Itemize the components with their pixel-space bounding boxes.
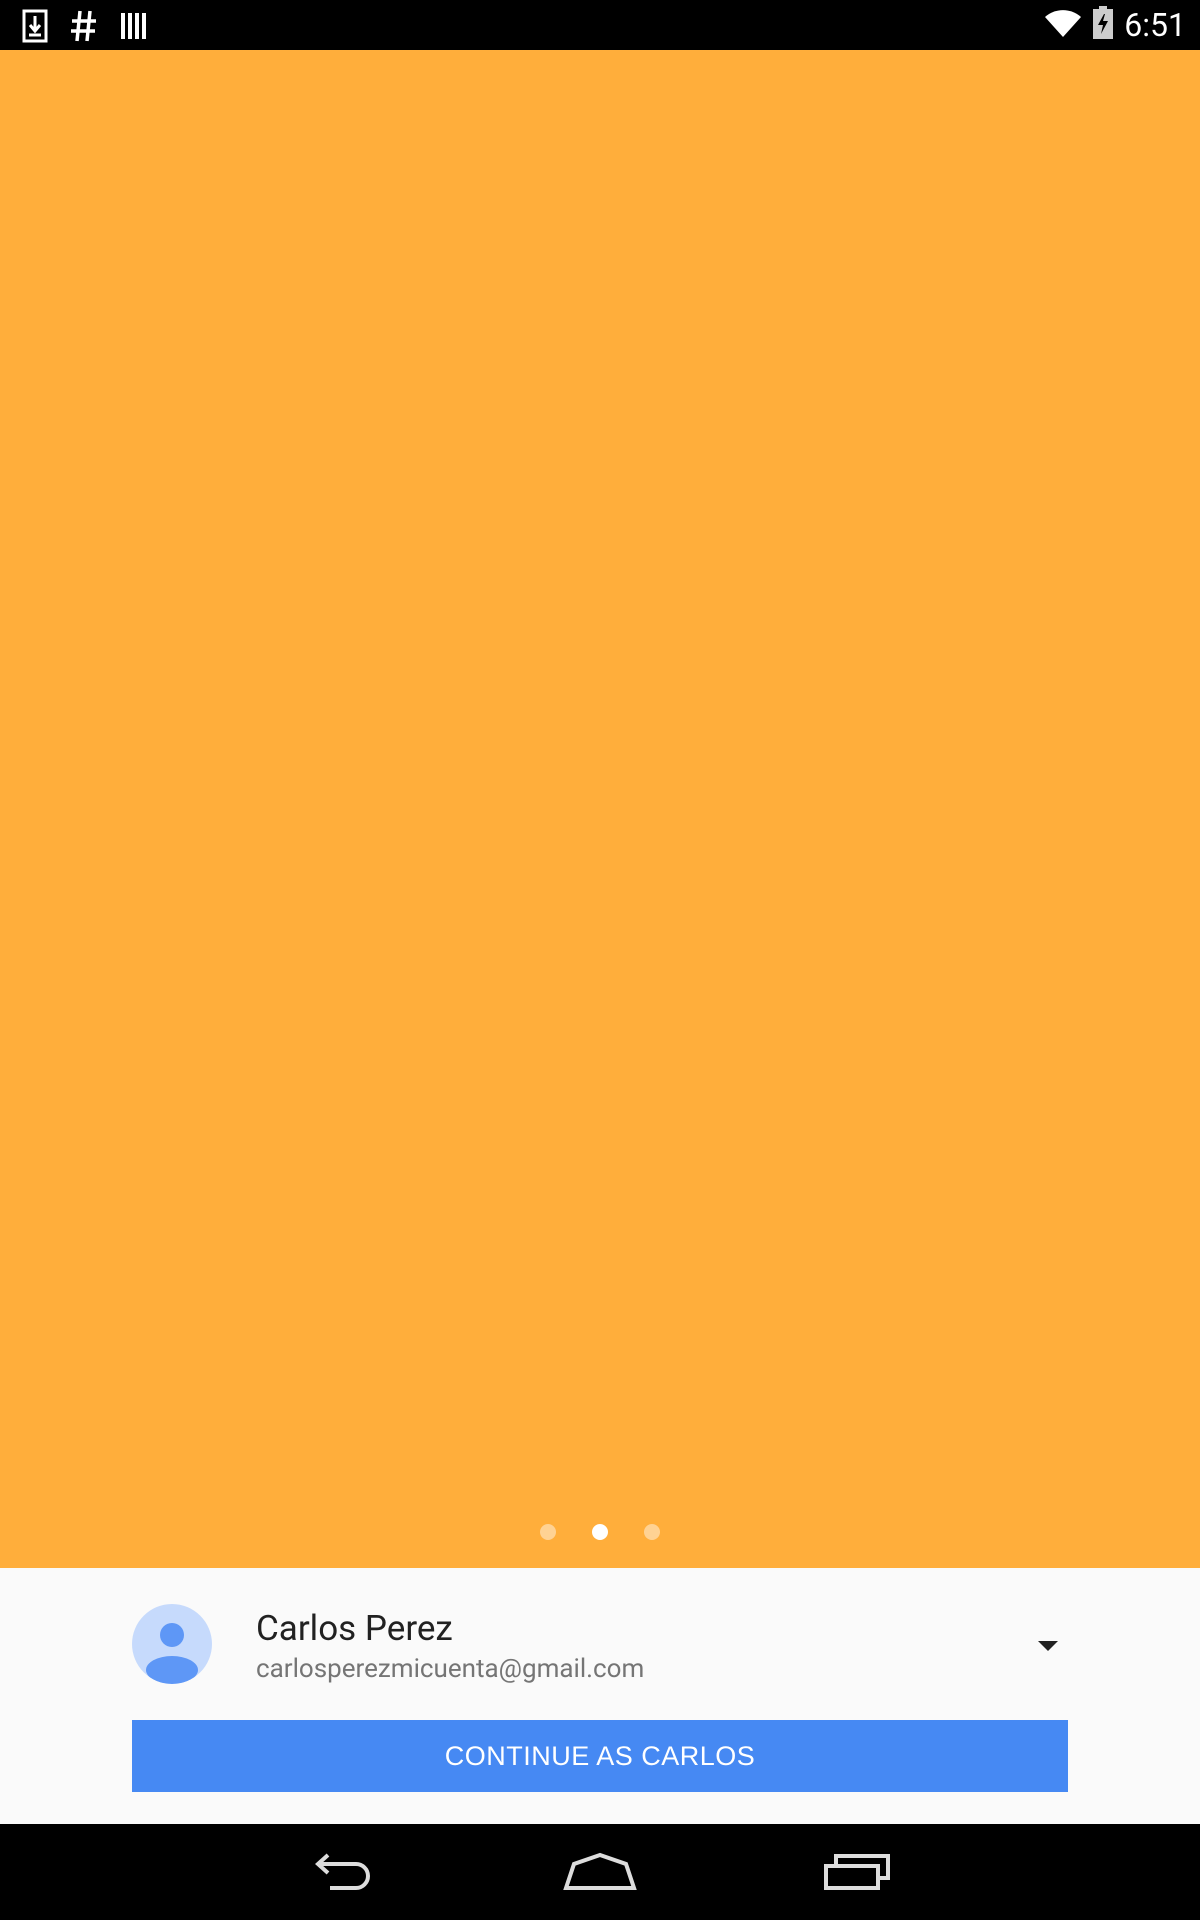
avatar: [132, 1604, 212, 1684]
continue-button[interactable]: CONTINUE AS CARLOS: [132, 1720, 1068, 1792]
download-icon: [22, 9, 48, 47]
home-button[interactable]: [560, 1848, 640, 1896]
status-left-icons: [22, 9, 148, 47]
home-icon: [563, 1852, 637, 1890]
recents-icon: [824, 1854, 890, 1890]
screen: 6:51 Carlos Perez carlosperezmicuenta@gm…: [0, 0, 1200, 1920]
account-name: Carlos Perez: [256, 1608, 453, 1649]
status-bar: 6:51: [0, 0, 1200, 50]
back-icon: [315, 1853, 370, 1890]
status-right-icons: 6:51: [1044, 6, 1186, 44]
onboarding-hero[interactable]: [0, 50, 1200, 1568]
page-dot[interactable]: [540, 1524, 556, 1540]
account-text: Carlos Perez carlosperezmicuenta@gmail.c…: [256, 1608, 644, 1686]
wifi-icon: [1044, 8, 1082, 42]
account-selector[interactable]: Carlos Perez carlosperezmicuenta@gmail.c…: [132, 1604, 1068, 1686]
navigation-bar: [0, 1824, 1200, 1920]
battery-charging-icon: [1092, 6, 1114, 44]
page-dot-active[interactable]: [592, 1524, 608, 1540]
back-button[interactable]: [303, 1848, 383, 1896]
page-indicator: [0, 1524, 1200, 1540]
page-dot[interactable]: [644, 1524, 660, 1540]
chevron-down-icon: [1038, 1641, 1058, 1651]
account-dropdown[interactable]: [1028, 1626, 1068, 1666]
clock: 6:51: [1124, 6, 1186, 44]
account-sheet: Carlos Perez carlosperezmicuenta@gmail.c…: [0, 1568, 1200, 1824]
barcode-icon: [120, 11, 148, 45]
recents-button[interactable]: [817, 1848, 897, 1896]
account-email: carlosperezmicuenta@gmail.com: [256, 1654, 645, 1684]
person-icon: [146, 1623, 198, 1684]
hash-icon: [70, 9, 98, 47]
